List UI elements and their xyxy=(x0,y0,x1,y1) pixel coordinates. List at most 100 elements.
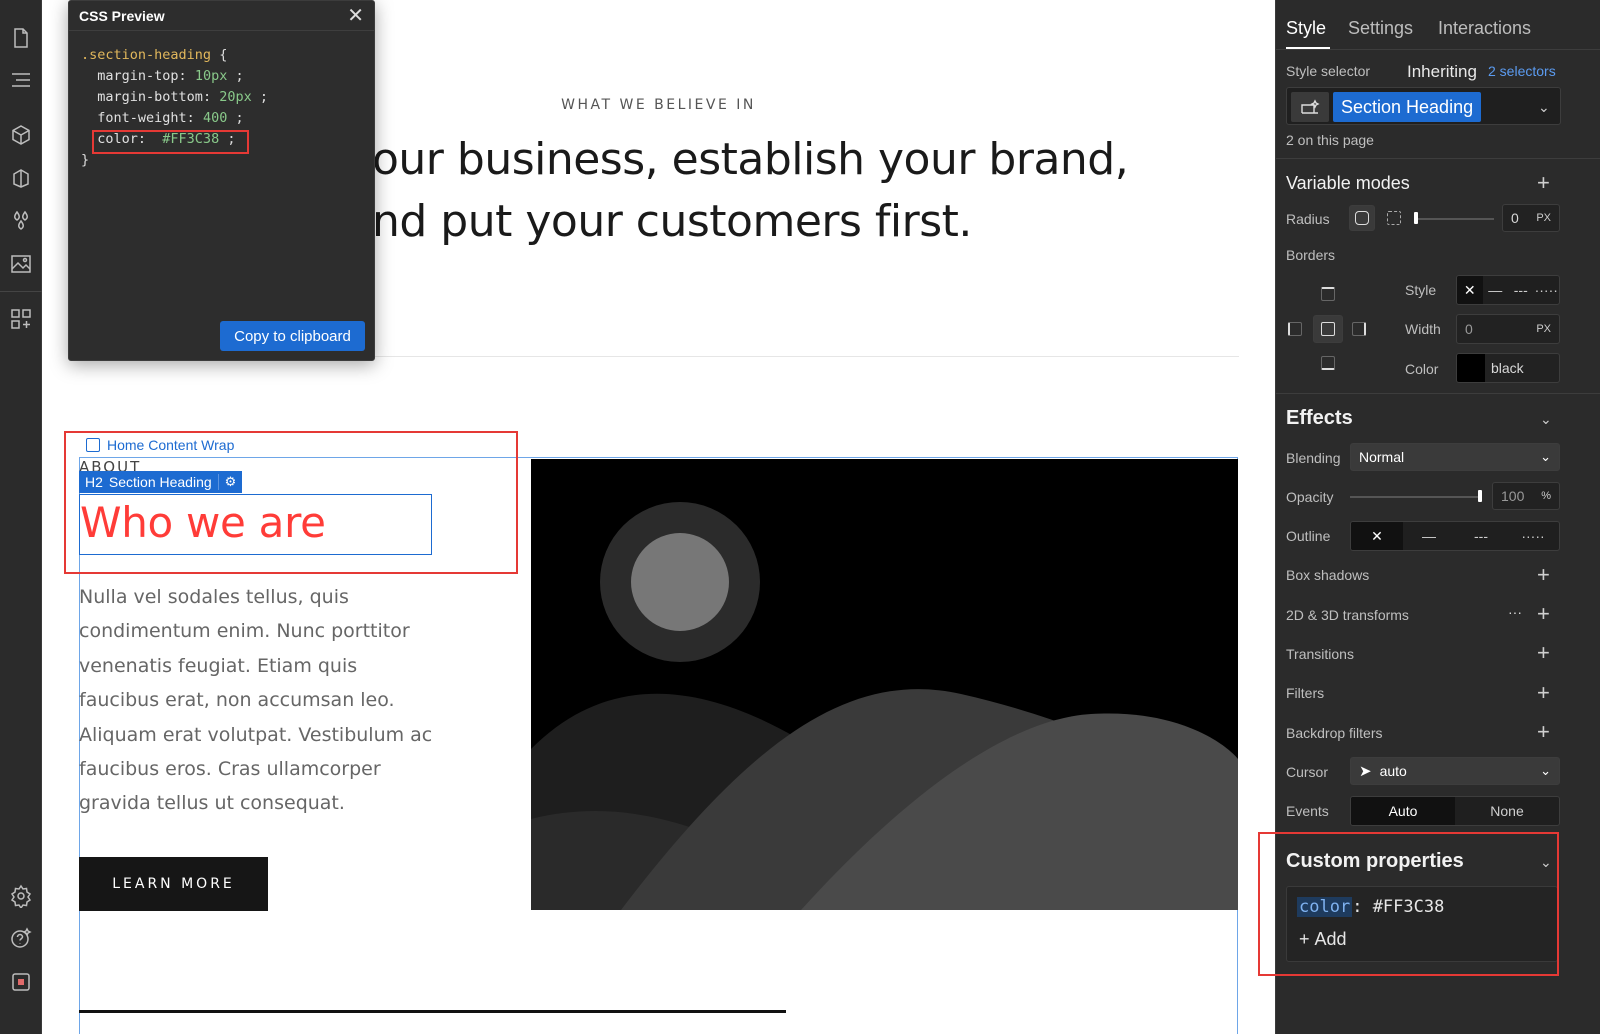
cms-icon[interactable] xyxy=(9,166,33,190)
border-left-icon[interactable] xyxy=(1288,322,1302,336)
outline-none-option[interactable]: ✕ xyxy=(1351,522,1403,550)
add-filter-plus-icon[interactable]: + xyxy=(1537,682,1550,704)
add-variable-mode-plus-icon[interactable]: + xyxy=(1537,172,1550,194)
events-auto-option[interactable]: Auto xyxy=(1351,797,1455,825)
outline-solid-option[interactable]: — xyxy=(1403,522,1455,550)
add-backdrop-filter-plus-icon[interactable]: + xyxy=(1537,721,1550,743)
pointer-events-segmented[interactable]: Auto None xyxy=(1350,796,1560,826)
cursor-label: Cursor xyxy=(1286,764,1329,780)
effects-title[interactable]: Effects xyxy=(1286,407,1353,430)
placeholder-image[interactable] xyxy=(531,459,1238,910)
variables-icon[interactable] xyxy=(9,209,33,233)
toolbar-separator xyxy=(0,291,42,292)
opacity-input[interactable]: 100 % xyxy=(1492,482,1560,510)
radius-unit: PX xyxy=(1536,212,1551,224)
radius-slider-handle[interactable] xyxy=(1414,212,1418,224)
css-preview-title: CSS Preview xyxy=(79,7,165,24)
chevron-down-icon[interactable]: ⌄ xyxy=(1540,411,1552,428)
hero-heading-line-1: our business, establish your brand, xyxy=(372,134,1129,185)
navigator-icon[interactable] xyxy=(9,68,33,92)
border-width-input[interactable]: 0 PX xyxy=(1456,314,1560,344)
radius-label: Radius xyxy=(1286,211,1330,227)
outline-style-segmented[interactable]: ✕ — --- ····· xyxy=(1350,521,1560,551)
css-preview-popover[interactable]: CSS Preview ✕ .section-heading { margin-… xyxy=(68,0,375,361)
pointer-cursor-icon: ➤ xyxy=(1359,763,1372,780)
opacity-value: 100 xyxy=(1501,488,1525,504)
radius-value: 0 xyxy=(1511,210,1519,226)
border-width-value: 0 xyxy=(1465,321,1473,337)
assets-icon[interactable] xyxy=(9,252,33,276)
rounded-square-icon xyxy=(1355,211,1369,225)
chevron-down-icon: ⌄ xyxy=(1540,763,1551,778)
border-all-sides-toggle[interactable] xyxy=(1313,315,1343,343)
style-selector-label: Style selector xyxy=(1286,63,1371,79)
border-style-segmented[interactable]: ✕ — --- ····· xyxy=(1456,275,1560,305)
css-rule-value: 20px xyxy=(219,89,252,105)
more-options-icon[interactable]: ··· xyxy=(1508,604,1522,620)
close-icon[interactable]: ✕ xyxy=(347,6,364,26)
css-rule-prop: margin-top xyxy=(97,68,179,84)
cursor-select[interactable]: ➤ auto ⌄ xyxy=(1350,757,1560,785)
radius-slider-track[interactable] xyxy=(1414,218,1494,220)
pages-icon[interactable] xyxy=(9,26,33,50)
border-all-icon xyxy=(1321,322,1335,336)
components-icon[interactable] xyxy=(9,123,33,147)
css-rule-prop: margin-bottom xyxy=(97,89,203,105)
add-box-shadow-plus-icon[interactable]: + xyxy=(1537,564,1550,586)
blending-select[interactable]: Normal ⌄ xyxy=(1350,443,1560,471)
events-label: Events xyxy=(1286,803,1329,819)
left-toolbar xyxy=(0,0,42,1034)
events-none-option[interactable]: None xyxy=(1455,797,1559,825)
border-style-solid-option[interactable]: — xyxy=(1483,276,1509,304)
tab-settings[interactable]: Settings xyxy=(1348,18,1413,39)
selector-state-icon[interactable] xyxy=(1291,92,1329,122)
section-divider xyxy=(1276,393,1600,394)
border-style-dashed-option[interactable]: --- xyxy=(1508,276,1534,304)
record-icon[interactable] xyxy=(9,970,33,994)
chevron-down-icon: ⌄ xyxy=(1540,449,1551,464)
box-shadows-label: Box shadows xyxy=(1286,567,1370,583)
on-this-page-count: 2 on this page xyxy=(1286,132,1374,148)
annotation-highlight-color-rule xyxy=(92,130,249,154)
css-rule-value: 400 xyxy=(202,110,228,126)
settings-icon[interactable] xyxy=(9,884,33,910)
tab-interactions[interactable]: Interactions xyxy=(1438,18,1531,39)
chevron-down-icon[interactable]: ⌄ xyxy=(1538,99,1550,116)
add-transition-plus-icon[interactable]: + xyxy=(1537,642,1550,664)
outline-dashed-option[interactable]: --- xyxy=(1455,522,1507,550)
designer-app: WHAT WE BELIEVE IN our business, establi… xyxy=(0,0,1600,1034)
individual-corners-icon[interactable] xyxy=(1387,211,1401,225)
add-transform-plus-icon[interactable]: + xyxy=(1537,603,1550,625)
border-color-input[interactable]: black xyxy=(1456,353,1560,383)
opacity-slider-track[interactable] xyxy=(1350,496,1482,498)
color-swatch[interactable] xyxy=(1457,354,1485,382)
bottom-rule xyxy=(79,1010,786,1013)
outline-dotted-option[interactable]: ····· xyxy=(1507,522,1559,550)
css-selector: .section-heading xyxy=(81,47,212,63)
border-style-none-option[interactable]: ✕ xyxy=(1457,276,1483,304)
css-rule-prop: font-weight xyxy=(97,110,187,126)
opacity-slider-handle[interactable] xyxy=(1478,490,1482,502)
learn-more-button[interactable]: LEARN MORE xyxy=(79,857,268,911)
radius-input[interactable]: 0 PX xyxy=(1502,204,1560,232)
copy-to-clipboard-button[interactable]: Copy to clipboard xyxy=(220,321,365,351)
apps-icon[interactable] xyxy=(9,307,33,331)
border-bottom-icon[interactable] xyxy=(1321,356,1335,370)
filters-label: Filters xyxy=(1286,685,1325,701)
border-style-dotted-option[interactable]: ····· xyxy=(1534,276,1560,304)
hero-heading-line-2: nd put your customers first. xyxy=(372,196,972,247)
border-top-icon[interactable] xyxy=(1321,287,1335,301)
variable-modes-title: Variable modes xyxy=(1286,173,1410,193)
radius-all-corners-toggle[interactable] xyxy=(1349,205,1375,231)
inheriting-selectors-link[interactable]: 2 selectors xyxy=(1488,63,1556,79)
backdrop-filters-label: Backdrop filters xyxy=(1286,725,1383,741)
border-width-label: Width xyxy=(1405,321,1441,337)
css-preview-header: CSS Preview ✕ xyxy=(69,1,374,31)
style-selector-field[interactable]: Section Heading ⌄ xyxy=(1286,87,1561,125)
section-divider xyxy=(1276,158,1600,159)
blending-value: Normal xyxy=(1359,449,1405,465)
border-right-icon[interactable] xyxy=(1352,322,1366,336)
tab-style[interactable]: Style xyxy=(1286,18,1326,39)
help-icon[interactable] xyxy=(9,926,33,950)
selector-pill-section-heading[interactable]: Section Heading xyxy=(1333,92,1482,122)
